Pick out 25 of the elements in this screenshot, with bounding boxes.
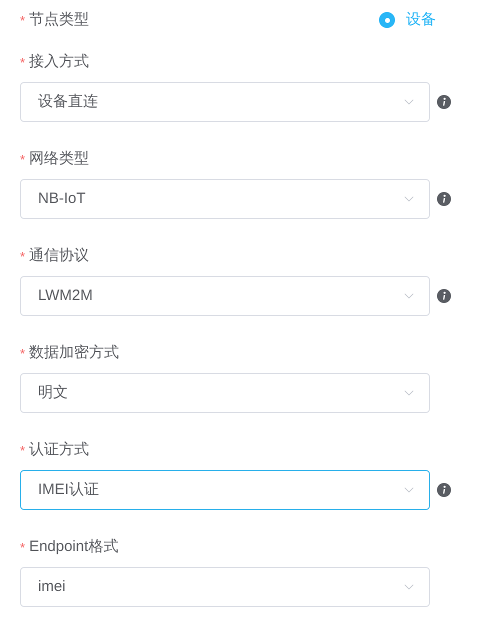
info-icon[interactable] [437,192,451,206]
field-label: 节点类型 [29,10,90,30]
select-field[interactable]: LWM2M [20,276,430,316]
info-icon[interactable] [437,95,451,109]
select-field[interactable]: 设备直连 [20,82,430,122]
field-label: 认证方式 [29,440,90,460]
select-field[interactable]: IMEI认证 [20,470,430,510]
select-field[interactable]: imei [20,567,430,607]
radio-indicator[interactable] [379,12,395,28]
field-label: 通信协议 [29,246,90,266]
required-asterisk: * [20,250,26,262]
field-label: 接入方式 [29,52,90,72]
field-label: Endpoint格式 [29,536,118,557]
select-field[interactable]: NB-IoT [20,179,430,219]
select-field[interactable]: 明文 [20,373,430,413]
required-asterisk: * [20,14,26,26]
field-label: 数据加密方式 [29,342,120,363]
required-asterisk: * [20,152,26,166]
info-icon[interactable] [437,289,451,303]
field-label: 网络类型 [29,148,90,169]
required-asterisk: * [20,444,26,456]
info-icon[interactable] [437,483,451,497]
required-asterisk: * [20,56,26,68]
required-asterisk: * [20,540,26,554]
required-asterisk: * [20,346,26,360]
